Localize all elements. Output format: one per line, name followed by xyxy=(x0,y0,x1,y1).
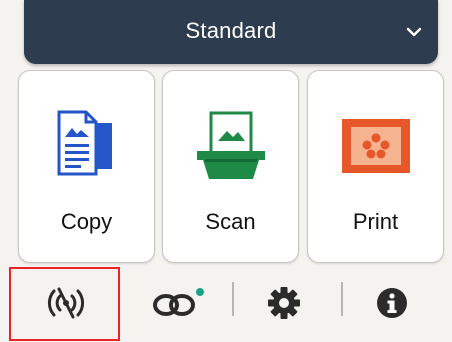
focus-highlight xyxy=(9,267,120,341)
divider xyxy=(341,282,343,316)
info-icon xyxy=(377,288,407,318)
scan-button[interactable]: Scan xyxy=(162,70,299,263)
copy-icon xyxy=(19,105,154,187)
settings-icon xyxy=(268,287,300,319)
link-status-icon xyxy=(153,288,204,316)
info-button[interactable] xyxy=(370,283,414,323)
copy-label: Copy xyxy=(60,209,113,234)
mode-selector-label: Standard xyxy=(185,18,277,43)
print-icon xyxy=(308,105,443,187)
print-label: Print xyxy=(352,209,399,234)
scan-icon xyxy=(163,105,298,187)
settings-button[interactable] xyxy=(262,283,306,323)
link-status-button[interactable] xyxy=(144,283,214,323)
chevron-down-icon xyxy=(406,27,422,37)
copy-button[interactable]: Copy xyxy=(18,70,155,263)
divider xyxy=(232,282,234,316)
print-button[interactable]: Print xyxy=(307,70,444,263)
mode-selector-dropdown[interactable]: Standard xyxy=(24,0,438,64)
scan-label: Scan xyxy=(205,209,256,234)
